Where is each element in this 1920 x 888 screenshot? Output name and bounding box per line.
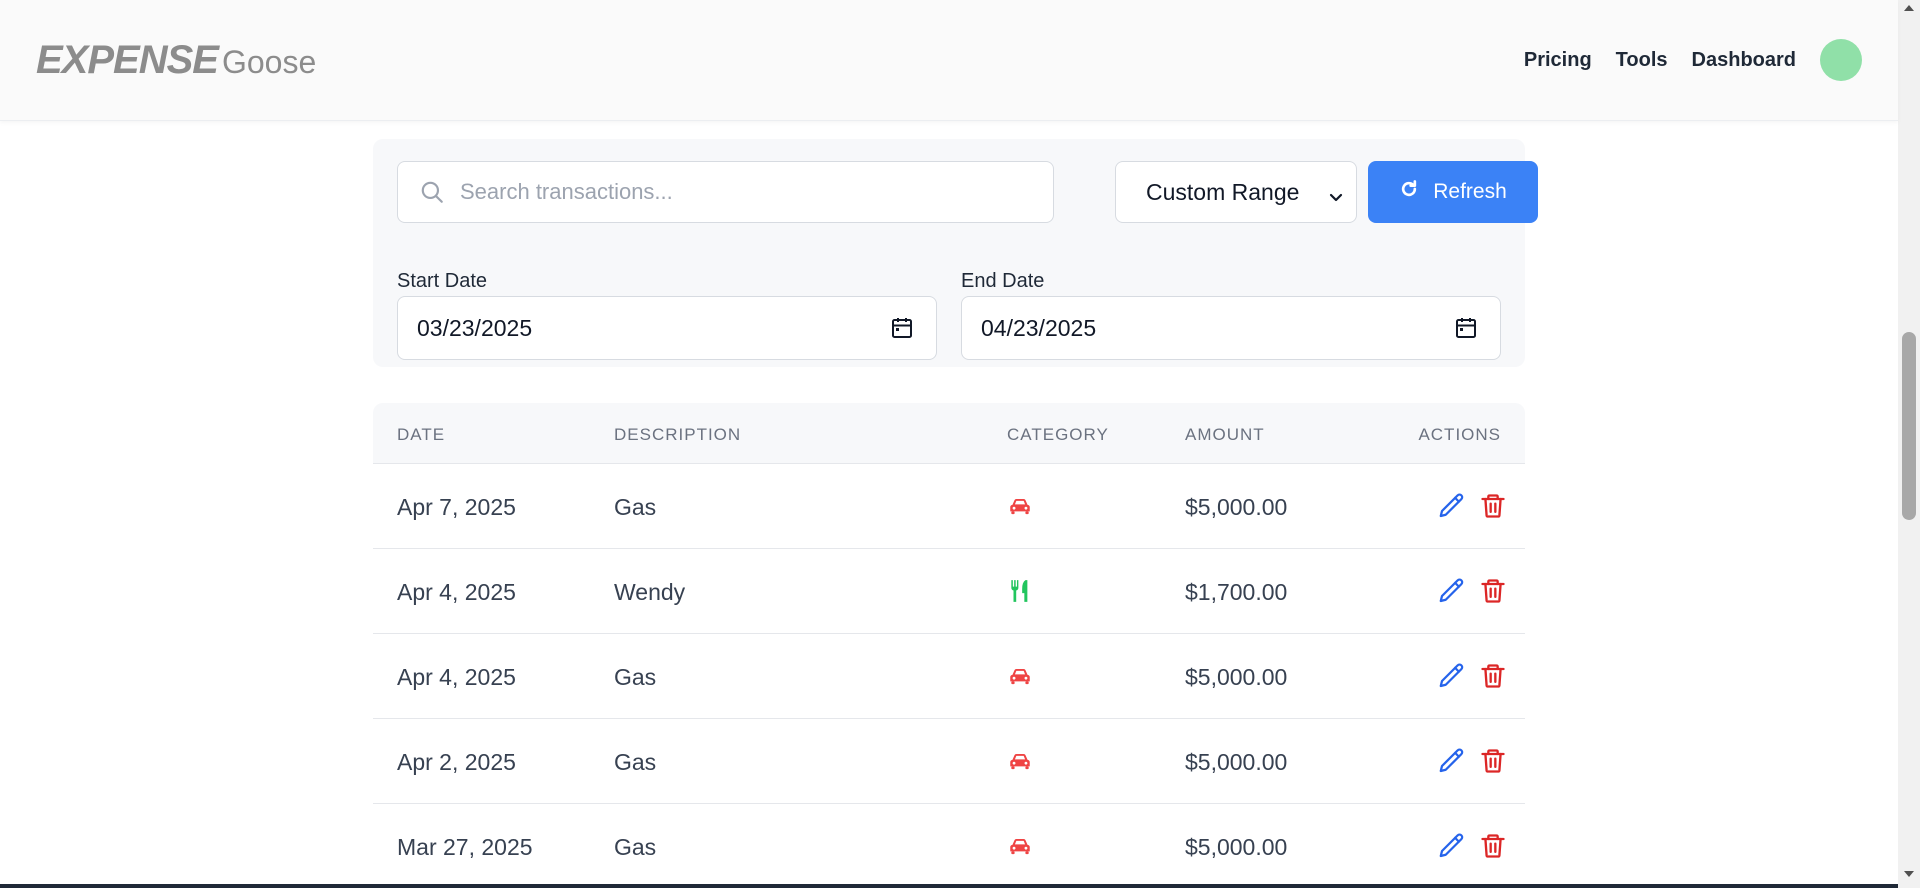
filter-panel: Custom Range Refresh Start Date 03/23/20…: [373, 139, 1538, 367]
start-date-input[interactable]: 03/23/2025: [397, 296, 937, 360]
main-content: Custom Range Refresh Start Date 03/23/20…: [337, 121, 1561, 888]
row-description: Gas: [614, 749, 657, 775]
delete-trash-icon[interactable]: [1479, 746, 1507, 776]
scrollbar-thumb[interactable]: [1902, 332, 1916, 520]
bottom-edge: [0, 884, 1898, 888]
nav-dashboard[interactable]: Dashboard: [1692, 49, 1796, 72]
table-row: Apr 7, 2025 Gas $5,000.00: [373, 464, 1525, 549]
logo-sub-text: Goose: [221, 43, 317, 80]
column-header-description[interactable]: DESCRIPTION: [614, 425, 741, 445]
calendar-icon[interactable]: [890, 316, 914, 340]
column-header-category[interactable]: CATEGORY: [1007, 425, 1109, 445]
date-range-select[interactable]: Custom Range: [1115, 161, 1357, 223]
search-icon: [418, 178, 446, 206]
delete-trash-icon[interactable]: [1479, 576, 1507, 606]
row-amount: $5,000.00: [1185, 834, 1288, 860]
table-row: Apr 4, 2025 Gas $5,000.00: [373, 634, 1525, 719]
row-description: Gas: [614, 664, 657, 690]
column-header-actions: ACTIONS: [1418, 425, 1501, 444]
transactions-table: DATE DESCRIPTION CATEGORY AMOUNT ACTIONS…: [373, 403, 1525, 888]
search-box[interactable]: [397, 161, 1054, 223]
row-description: Gas: [614, 494, 657, 520]
refresh-icon: [1399, 179, 1419, 205]
table-row: Apr 4, 2025 Wendy $1,700.00: [373, 549, 1525, 634]
row-date: Apr 4, 2025: [397, 664, 516, 690]
edit-pencil-icon[interactable]: [1437, 831, 1467, 861]
car-icon: [1007, 748, 1033, 774]
top-navbar: EXPENSE Goose Pricing Tools Dashboard: [0, 0, 1898, 121]
row-description: Wendy: [614, 579, 686, 605]
row-amount: $5,000.00: [1185, 664, 1288, 690]
scroll-down-arrow-icon[interactable]: [1902, 868, 1916, 880]
nav-tools[interactable]: Tools: [1616, 49, 1668, 72]
chevron-down-icon: [1328, 184, 1344, 202]
vertical-scrollbar[interactable]: [1898, 0, 1920, 888]
nav-pricing[interactable]: Pricing: [1524, 49, 1592, 72]
end-date-value: 04/23/2025: [981, 314, 1097, 341]
edit-pencil-icon[interactable]: [1437, 491, 1467, 521]
column-header-amount[interactable]: AMOUNT: [1185, 425, 1265, 445]
nav-links: Pricing Tools Dashboard: [1524, 39, 1862, 81]
refresh-label: Refresh: [1433, 180, 1507, 203]
refresh-button[interactable]: Refresh: [1368, 161, 1538, 223]
row-date: Apr 4, 2025: [397, 579, 516, 605]
date-range-value: Custom Range: [1146, 178, 1300, 205]
row-date: Mar 27, 2025: [397, 834, 533, 860]
delete-trash-icon[interactable]: [1479, 491, 1507, 521]
scroll-up-arrow-icon[interactable]: [1902, 2, 1916, 14]
table-body: Apr 7, 2025 Gas $5,000.00 Apr 4, 2025 Wendy $…: [373, 464, 1525, 888]
row-amount: $5,000.00: [1185, 494, 1288, 520]
end-date-input[interactable]: 04/23/2025: [961, 296, 1501, 360]
start-date-value: 03/23/2025: [417, 314, 533, 341]
page: EXPENSE Goose Pricing Tools Dashboard Cu…: [0, 0, 1920, 888]
logo-main-text: EXPENSE: [36, 37, 219, 82]
delete-trash-icon[interactable]: [1479, 661, 1507, 691]
search-input[interactable]: [460, 179, 1020, 205]
edit-pencil-icon[interactable]: [1437, 576, 1467, 606]
start-date-label: Start Date: [397, 270, 488, 292]
end-date-label: End Date: [961, 270, 1045, 292]
row-description: Gas: [614, 834, 657, 860]
row-date: Apr 7, 2025: [397, 494, 516, 520]
table-row: Mar 27, 2025 Gas $5,000.00: [373, 804, 1525, 888]
app-logo[interactable]: EXPENSE Goose: [36, 38, 316, 83]
edit-pencil-icon[interactable]: [1437, 661, 1467, 691]
calendar-icon[interactable]: [1454, 316, 1478, 340]
row-date: Apr 2, 2025: [397, 749, 516, 775]
table-row: Apr 2, 2025 Gas $5,000.00: [373, 719, 1525, 804]
car-icon: [1007, 833, 1033, 859]
car-icon: [1007, 663, 1033, 689]
delete-trash-icon[interactable]: [1479, 831, 1507, 861]
row-amount: $1,700.00: [1185, 579, 1288, 605]
row-amount: $5,000.00: [1185, 749, 1288, 775]
utensils-icon: [1007, 578, 1033, 604]
car-icon: [1007, 493, 1033, 519]
table-header: DATE DESCRIPTION CATEGORY AMOUNT ACTIONS: [373, 403, 1525, 464]
user-avatar[interactable]: [1820, 39, 1862, 81]
column-header-date[interactable]: DATE: [397, 425, 445, 445]
edit-pencil-icon[interactable]: [1437, 746, 1467, 776]
